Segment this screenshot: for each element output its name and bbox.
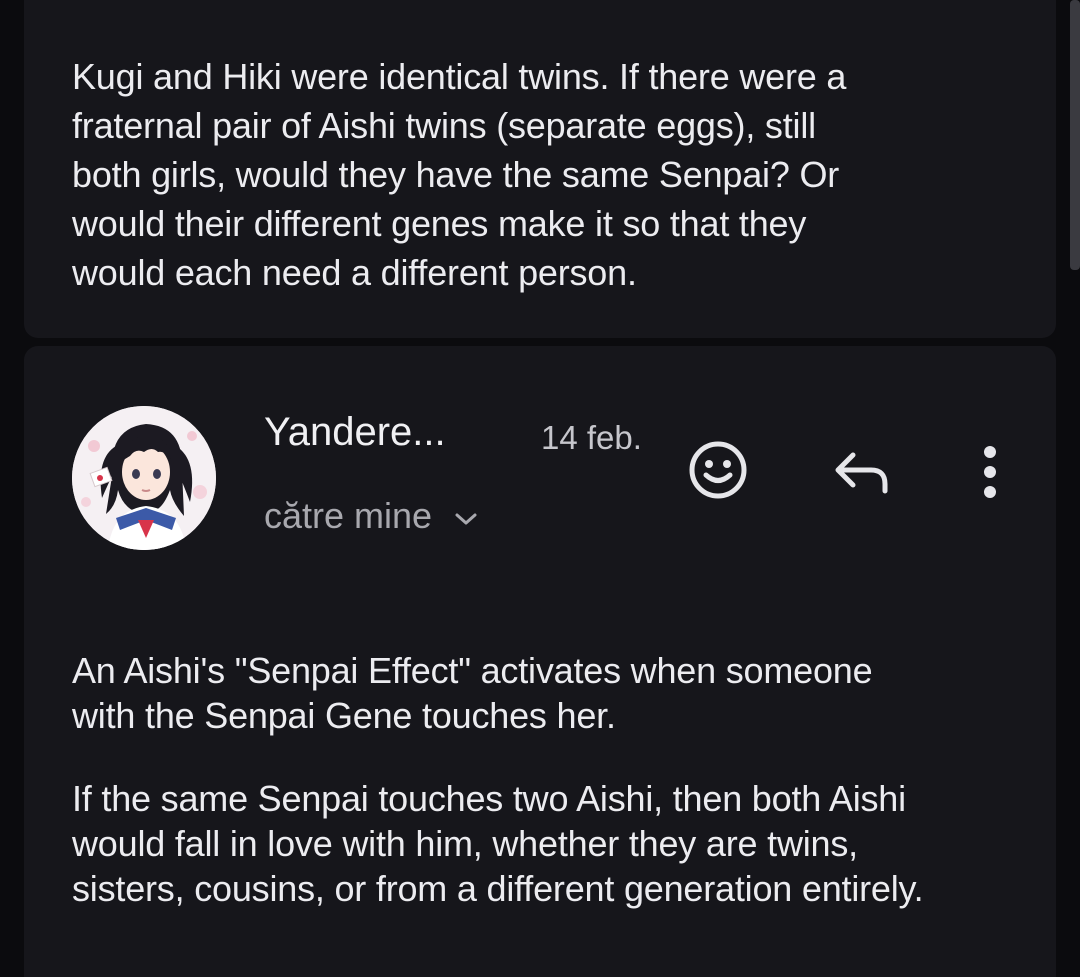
emoji-smile-icon	[689, 441, 747, 499]
previous-message-body: Kugi and Hiki were identical twins. If t…	[72, 56, 847, 293]
sender-name: Yandere...	[264, 410, 446, 454]
recipient-label: către mine	[264, 495, 433, 536]
reply-message-card: Yandere... 14 feb. către mine An Aishi's…	[24, 346, 1056, 977]
sender-avatar[interactable]	[72, 406, 216, 550]
reply-paragraph-1: An Aishi's "Senpai Effect" activates whe…	[72, 650, 873, 736]
more-options-button[interactable]	[960, 432, 1020, 512]
message-date: 14 feb.	[541, 419, 642, 456]
reply-arrow-icon	[835, 452, 888, 494]
more-vertical-icon	[984, 446, 996, 498]
avatar-anime-girl-icon	[72, 406, 216, 550]
reply-button[interactable]	[824, 434, 900, 510]
email-thread-screen: Kugi and Hiki were identical twins. If t…	[0, 0, 1080, 977]
chevron-down-icon	[455, 513, 477, 525]
add-reaction-button[interactable]	[680, 432, 756, 508]
previous-message-card: Kugi and Hiki were identical twins. If t…	[24, 0, 1056, 338]
reply-paragraph-2: If the same Senpai touches two Aishi, th…	[72, 778, 924, 909]
recipient-details-toggle[interactable]: către mine	[264, 492, 478, 540]
scrollbar[interactable]	[1070, 0, 1080, 270]
